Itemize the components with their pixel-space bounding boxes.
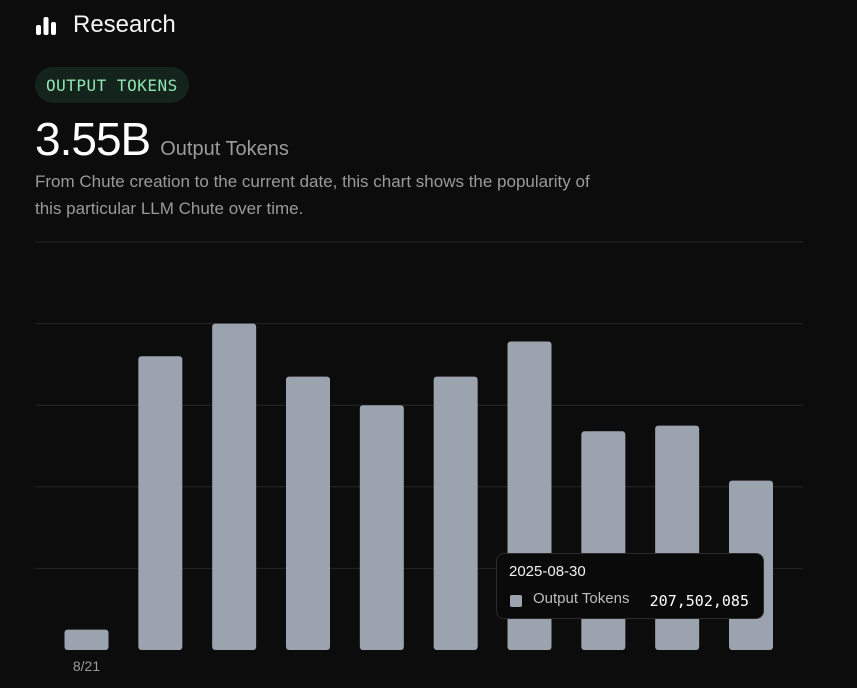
tooltip-series-swatch bbox=[510, 595, 522, 607]
tooltip-series-label: Output Tokens bbox=[533, 590, 630, 607]
bar-2025-08-22[interactable] bbox=[138, 356, 183, 650]
tooltip-date: 2025-08-30 bbox=[509, 563, 586, 580]
chart-tooltip: 2025-08-30 Output Tokens 207,502,085 bbox=[496, 553, 764, 619]
bar-2025-08-25[interactable] bbox=[359, 405, 404, 650]
bar-2025-08-23[interactable] bbox=[212, 323, 257, 650]
tooltip-value: 207,502,085 bbox=[649, 592, 749, 610]
bar-2025-08-26[interactable] bbox=[433, 376, 478, 650]
bar-2025-08-21[interactable] bbox=[64, 629, 109, 650]
x-tick-label: 8/21 bbox=[73, 658, 100, 674]
bar-2025-08-24[interactable] bbox=[286, 376, 330, 650]
